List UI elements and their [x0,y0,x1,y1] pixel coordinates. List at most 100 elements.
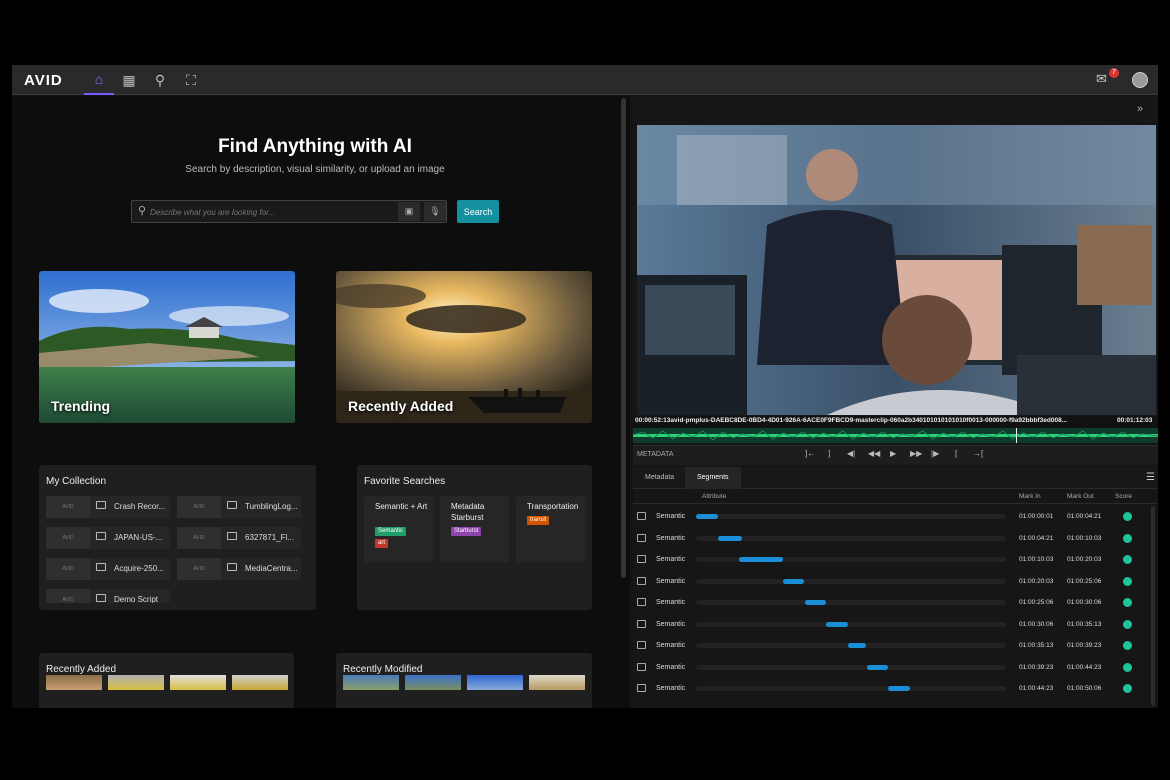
search-icon: ⚲ [138,205,147,217]
search-nav-icon[interactable]: ⚲ [145,65,175,95]
avid-logo: AVID [24,72,63,89]
collection-item[interactable]: AVID 6327871_Fl... [177,527,301,549]
favorite-search-item[interactable]: Semantic + Art Semantic art [364,496,433,562]
home-icon[interactable]: ⌂ [84,65,114,95]
expand-icon[interactable]: » [1137,103,1143,115]
segment-bar[interactable] [866,664,889,670]
timecode-end: 00:01:12:03 [1117,417,1153,424]
collection-item[interactable]: AVID Acquire-250... [46,558,170,580]
segment-row[interactable]: Semantic 01:00:39:23 01:00:44:23 [633,657,1158,679]
segment-row[interactable]: Semantic 01:00:10:03 01:00:20:03 [633,549,1158,571]
trending-tile[interactable]: Trending [39,271,295,423]
rewind-icon[interactable]: ◀◀ [868,449,880,458]
step-back-icon[interactable]: ◀| [847,449,855,458]
recently-added-tile[interactable]: Recently Added [336,271,592,423]
favorite-search-item[interactable]: Metadata Starburst Starburst [440,496,509,562]
step-forward-icon[interactable]: |▶ [931,449,939,458]
segment-row[interactable]: Semantic 01:00:00:01 01:00:04:21 [633,506,1158,528]
asset-thumbnail[interactable] [343,675,399,690]
segment-row[interactable]: Semantic 01:00:20:03 01:00:25:06 [633,571,1158,593]
segment-score-indicator [1123,684,1132,693]
segment-bar[interactable] [888,686,910,691]
segment-mark-out: 01:00:25:06 [1067,577,1102,585]
asset-thumbnail[interactable] [467,675,523,690]
favorite-searches-card: Favorite Searches Semantic + Art Semanti… [357,465,592,610]
tab-metadata[interactable]: Metadata [633,467,686,489]
segment-row[interactable]: Semantic 01:00:25:06 01:00:30:06 [633,592,1158,614]
segment-bar[interactable] [717,535,743,541]
segment-bar[interactable] [826,621,848,627]
segment-mark-out: 01:00:30:06 [1067,599,1102,606]
search-box: ⚲ ▣ 🎙 [131,200,447,223]
asset-thumbnail[interactable] [529,675,585,690]
segment-bar[interactable] [804,600,827,605]
segment-row[interactable]: Semantic 01:00:30:06 01:00:35:13 [633,614,1158,636]
segment-score-indicator [1123,619,1132,629]
favorite-search-item[interactable]: Transportation transit [516,496,585,562]
play-icon[interactable]: ▶ [890,449,896,458]
clip-icon [96,594,106,602]
image-upload-icon[interactable]: ▣ [398,202,420,221]
video-viewer[interactable] [637,125,1156,415]
segment-mark-out: 01:00:20:03 [1067,556,1102,563]
mark-in-icon[interactable]: ]← [805,449,815,458]
asset-thumbnail[interactable] [46,675,102,690]
playhead[interactable] [1016,428,1017,443]
tag-chip: Starburst [451,527,482,536]
clip-icon [96,563,106,571]
hero-subtitle: Search by description, visual similarity… [185,164,445,175]
segment-bar[interactable] [847,643,867,648]
segment-bar[interactable] [696,514,718,519]
tag-chip: art [375,539,389,548]
fast-forward-icon[interactable]: ▶▶ [910,449,922,458]
column-mark-out[interactable]: Mark Out [1067,493,1094,500]
go-to-in-icon[interactable]: [ [955,449,957,458]
browse-icon[interactable]: ▦ [114,65,144,95]
asset-thumbnail[interactable] [108,675,164,690]
segment-bar[interactable] [782,578,805,584]
segment-type: Semantic [656,599,686,606]
left-scrollbar[interactable] [621,98,626,578]
user-avatar[interactable] [1132,72,1148,88]
audio-waveform[interactable] [633,428,1158,443]
microphone-icon[interactable]: 🎙 [424,202,446,221]
search-panel: Find Anything with AI Search by descript… [12,96,630,708]
mark-out-icon[interactable]: ] [828,449,830,458]
segment-row[interactable]: Semantic 01:00:04:21 01:00:10:03 [633,528,1158,550]
segment-row[interactable]: Semantic 01:00:35:13 01:00:39:23 [633,635,1158,657]
collection-item[interactable]: AVID TumblingLog... [177,496,301,518]
segment-bar[interactable] [739,557,783,562]
tab-segments[interactable]: Segments [685,467,741,489]
column-attribute[interactable]: Attribute [702,493,726,500]
my-collection-card: My Collection AVID Crash Recor... AVID Tum… [39,465,316,610]
collection-item[interactable]: AVID Crash Recor... [46,496,170,518]
segment-track [696,578,1006,584]
asset-thumbnail[interactable] [405,675,461,690]
collection-item[interactable]: AVID Demo Script [46,589,170,603]
asset-thumbnail[interactable] [232,675,288,690]
metadata-tabs: Metadata Segments ☰ [633,467,1158,489]
card-title: My Collection [46,476,107,487]
segment-mark-out: 01:00:04:21 [1067,513,1102,520]
workflow-icon[interactable]: ⛶ [176,65,206,95]
segment-track [696,621,1006,627]
recently-added-card: Recently Added [39,653,294,708]
asset-thumbnail[interactable] [170,675,226,690]
card-title: Favorite Searches [364,476,446,487]
menu-icon[interactable]: ☰ [1146,472,1155,483]
column-mark-in[interactable]: Mark In [1019,493,1041,500]
segment-row[interactable]: Semantic 01:00:44:23 01:00:50:06 [633,678,1158,700]
collection-item[interactable]: AVID JAPAN-US-... [46,527,170,549]
notifications-icon[interactable]: ✉ 7 [1096,68,1119,89]
search-input[interactable] [150,203,395,221]
go-to-out-icon[interactable]: →[ [973,449,983,458]
segment-mark-out: 01:00:35:13 [1067,620,1102,628]
column-score[interactable]: Score [1115,493,1132,500]
tile-label: Trending [51,398,111,414]
collection-item[interactable]: AVID MediaCentra... [177,558,301,580]
segment-track [696,514,1006,519]
clip-icon [96,501,106,509]
notification-badge: 7 [1109,68,1119,78]
right-scrollbar[interactable] [1151,506,1155,706]
search-button[interactable]: Search [457,200,499,223]
